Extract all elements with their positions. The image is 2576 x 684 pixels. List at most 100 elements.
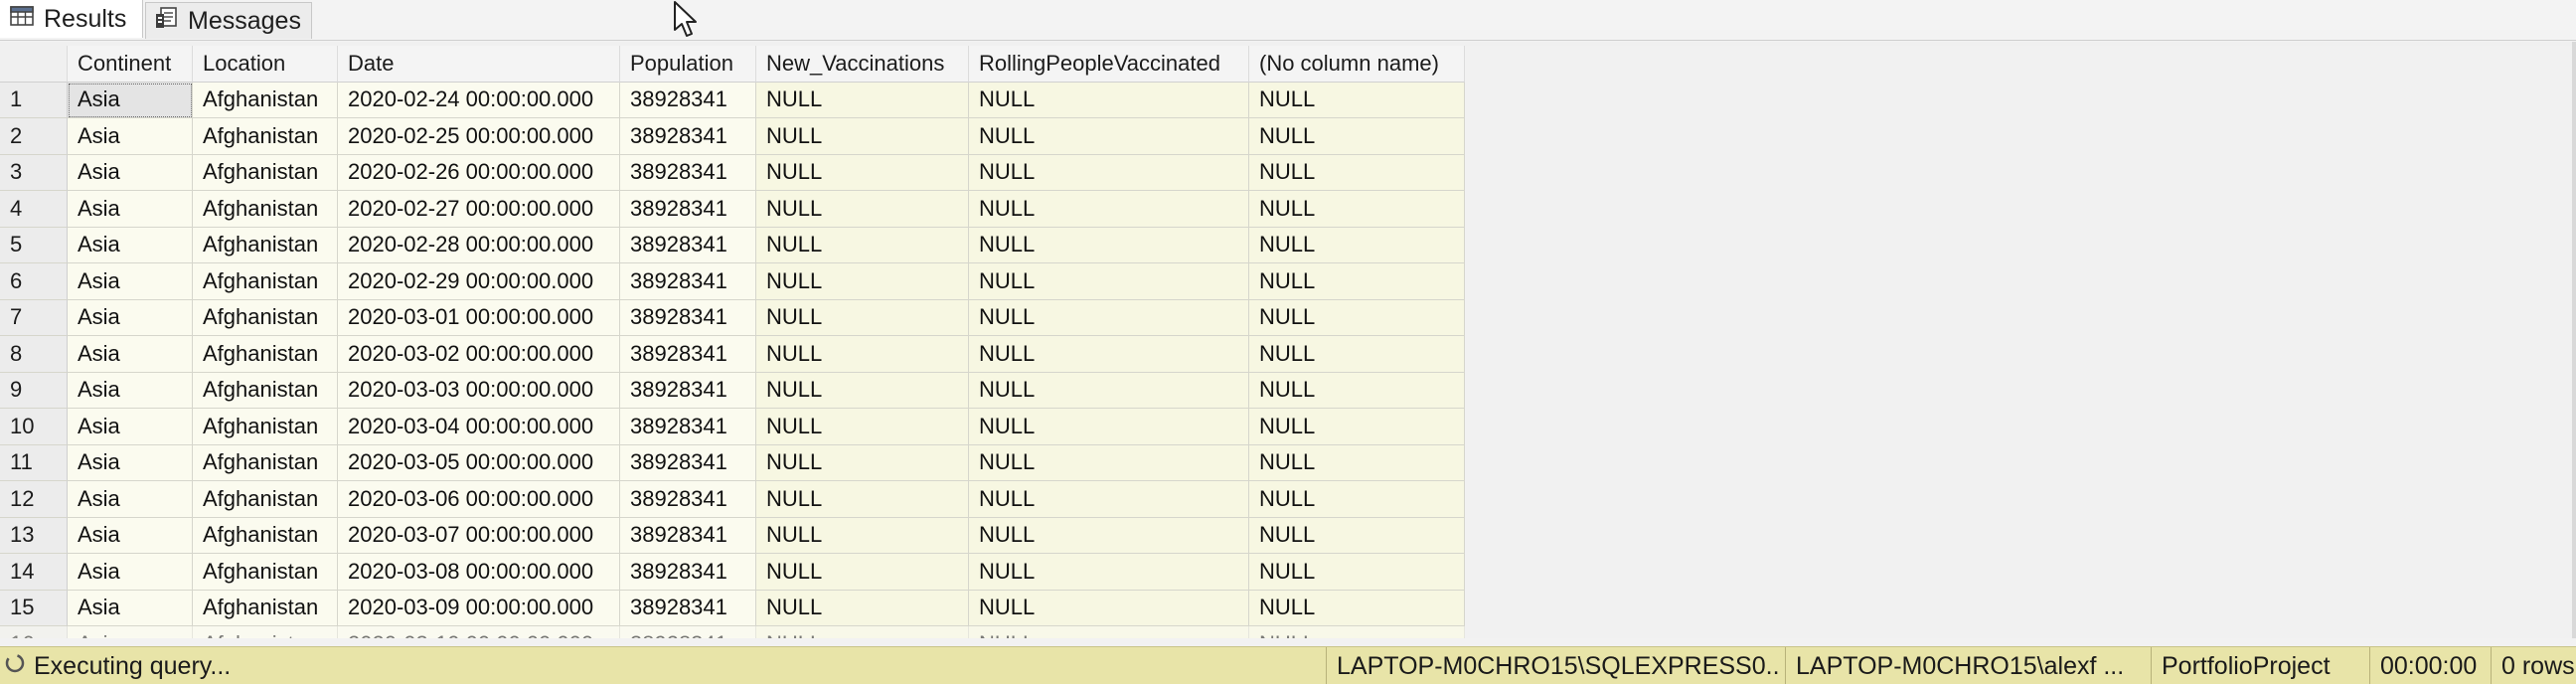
location-cell[interactable]: Afghanistan bbox=[193, 263, 338, 300]
location-cell[interactable]: Afghanistan bbox=[193, 626, 338, 638]
population-cell[interactable]: 38928341 bbox=[620, 590, 756, 626]
table-row[interactable]: 5 Asia Afghanistan 2020-02-28 00:00:00.000 3… bbox=[0, 227, 1465, 263]
table-row[interactable]: 10 Asia Afghanistan 2020-03-04 00:00:00.000… bbox=[0, 409, 1465, 445]
location-cell[interactable]: Afghanistan bbox=[193, 191, 338, 228]
new-vaccinations-cell[interactable]: NULL bbox=[756, 154, 969, 191]
date-cell[interactable]: 2020-03-04 00:00:00.000 bbox=[338, 409, 620, 445]
grid-corner-cell[interactable] bbox=[0, 46, 68, 83]
location-cell[interactable]: Afghanistan bbox=[193, 554, 338, 591]
location-cell[interactable]: Afghanistan bbox=[193, 409, 338, 445]
row-number-cell[interactable]: 14 bbox=[0, 554, 68, 591]
no-column-name-cell[interactable]: NULL bbox=[1249, 336, 1465, 373]
new-vaccinations-cell[interactable]: NULL bbox=[756, 336, 969, 373]
location-cell[interactable]: Afghanistan bbox=[193, 336, 338, 373]
population-cell[interactable]: 38928341 bbox=[620, 191, 756, 228]
no-column-name-cell[interactable]: NULL bbox=[1249, 299, 1465, 336]
new-vaccinations-cell[interactable]: NULL bbox=[756, 590, 969, 626]
population-cell[interactable]: 38928341 bbox=[620, 409, 756, 445]
column-header-rolling-people-vaccinated[interactable]: RollingPeopleVaccinated bbox=[969, 46, 1249, 83]
rolling-people-vaccinated-cell[interactable]: NULL bbox=[969, 554, 1249, 591]
no-column-name-cell[interactable]: NULL bbox=[1249, 481, 1465, 518]
location-cell[interactable]: Afghanistan bbox=[193, 444, 338, 481]
no-column-name-cell[interactable]: NULL bbox=[1249, 263, 1465, 300]
date-cell[interactable]: 2020-03-10 00:00:00.000 bbox=[338, 626, 620, 638]
population-cell[interactable]: 38928341 bbox=[620, 554, 756, 591]
new-vaccinations-cell[interactable]: NULL bbox=[756, 118, 969, 155]
row-number-cell[interactable]: 10 bbox=[0, 409, 68, 445]
tab-results[interactable]: Results bbox=[0, 0, 143, 38]
rolling-people-vaccinated-cell[interactable]: NULL bbox=[969, 590, 1249, 626]
population-cell[interactable]: 38928341 bbox=[620, 82, 756, 118]
tab-messages[interactable]: Messages bbox=[145, 2, 312, 39]
continent-cell[interactable]: Asia bbox=[68, 626, 193, 638]
table-row[interactable]: 14 Asia Afghanistan 2020-03-08 00:00:00.000… bbox=[0, 554, 1465, 591]
no-column-name-cell[interactable]: NULL bbox=[1249, 227, 1465, 263]
row-number-cell[interactable]: 11 bbox=[0, 444, 68, 481]
location-cell[interactable]: Afghanistan bbox=[193, 154, 338, 191]
date-cell[interactable]: 2020-02-25 00:00:00.000 bbox=[338, 118, 620, 155]
no-column-name-cell[interactable]: NULL bbox=[1249, 444, 1465, 481]
new-vaccinations-cell[interactable]: NULL bbox=[756, 263, 969, 300]
table-row[interactable]: 11 Asia Afghanistan 2020-03-05 00:00:00.000… bbox=[0, 444, 1465, 481]
population-cell[interactable]: 38928341 bbox=[620, 263, 756, 300]
table-row[interactable]: 7 Asia Afghanistan 2020-03-01 00:00:00.000 3… bbox=[0, 299, 1465, 336]
population-cell[interactable]: 38928341 bbox=[620, 118, 756, 155]
vertical-scrollbar[interactable] bbox=[2572, 42, 2576, 638]
no-column-name-cell[interactable]: NULL bbox=[1249, 517, 1465, 554]
population-cell[interactable]: 38928341 bbox=[620, 299, 756, 336]
no-column-name-cell[interactable]: NULL bbox=[1249, 409, 1465, 445]
rolling-people-vaccinated-cell[interactable]: NULL bbox=[969, 626, 1249, 638]
continent-cell[interactable]: Asia bbox=[68, 409, 193, 445]
new-vaccinations-cell[interactable]: NULL bbox=[756, 444, 969, 481]
row-number-cell[interactable]: 2 bbox=[0, 118, 68, 155]
date-cell[interactable]: 2020-03-03 00:00:00.000 bbox=[338, 372, 620, 409]
location-cell[interactable]: Afghanistan bbox=[193, 517, 338, 554]
rolling-people-vaccinated-cell[interactable]: NULL bbox=[969, 191, 1249, 228]
row-number-cell[interactable]: 7 bbox=[0, 299, 68, 336]
table-row[interactable]: 3 Asia Afghanistan 2020-02-26 00:00:00.000 3… bbox=[0, 154, 1465, 191]
continent-cell[interactable]: Asia bbox=[68, 517, 193, 554]
date-cell[interactable]: 2020-02-28 00:00:00.000 bbox=[338, 227, 620, 263]
continent-cell[interactable]: Asia bbox=[68, 481, 193, 518]
rolling-people-vaccinated-cell[interactable]: NULL bbox=[969, 82, 1249, 118]
continent-cell[interactable]: Asia bbox=[68, 154, 193, 191]
population-cell[interactable]: 38928341 bbox=[620, 444, 756, 481]
location-cell[interactable]: Afghanistan bbox=[193, 118, 338, 155]
population-cell[interactable]: 38928341 bbox=[620, 626, 756, 638]
row-number-cell[interactable]: 12 bbox=[0, 481, 68, 518]
row-number-cell[interactable]: 3 bbox=[0, 154, 68, 191]
column-header-location[interactable]: Location bbox=[193, 46, 338, 83]
row-number-cell[interactable]: 8 bbox=[0, 336, 68, 373]
location-cell[interactable]: Afghanistan bbox=[193, 590, 338, 626]
table-row[interactable]: 16AsiaAfghanistan2020-03-10 00:00:00.000… bbox=[0, 626, 1465, 638]
row-number-cell[interactable]: 16 bbox=[0, 626, 68, 638]
table-row[interactable]: 12 Asia Afghanistan 2020-03-06 00:00:00.000… bbox=[0, 481, 1465, 518]
continent-cell[interactable]: Asia bbox=[68, 82, 193, 118]
date-cell[interactable]: 2020-03-02 00:00:00.000 bbox=[338, 336, 620, 373]
date-cell[interactable]: 2020-03-01 00:00:00.000 bbox=[338, 299, 620, 336]
no-column-name-cell[interactable]: NULL bbox=[1249, 554, 1465, 591]
date-cell[interactable]: 2020-02-27 00:00:00.000 bbox=[338, 191, 620, 228]
row-number-cell[interactable]: 6 bbox=[0, 263, 68, 300]
population-cell[interactable]: 38928341 bbox=[620, 154, 756, 191]
new-vaccinations-cell[interactable]: NULL bbox=[756, 481, 969, 518]
date-cell[interactable]: 2020-02-24 00:00:00.000 bbox=[338, 82, 620, 118]
table-row[interactable]: 15 Asia Afghanistan 2020-03-09 00:00:00.000… bbox=[0, 590, 1465, 626]
no-column-name-cell[interactable]: NULL bbox=[1249, 118, 1465, 155]
column-header-date[interactable]: Date bbox=[338, 46, 620, 83]
date-cell[interactable]: 2020-02-29 00:00:00.000 bbox=[338, 263, 620, 300]
rolling-people-vaccinated-cell[interactable]: NULL bbox=[969, 263, 1249, 300]
new-vaccinations-cell[interactable]: NULL bbox=[756, 626, 969, 638]
new-vaccinations-cell[interactable]: NULL bbox=[756, 299, 969, 336]
table-row[interactable]: 1 Asia Afghanistan 2020-02-24 00:00:00.000 3… bbox=[0, 82, 1465, 118]
table-row[interactable]: 6 Asia Afghanistan 2020-02-29 00:00:00.000 3… bbox=[0, 263, 1465, 300]
row-number-cell[interactable]: 5 bbox=[0, 227, 68, 263]
rolling-people-vaccinated-cell[interactable]: NULL bbox=[969, 154, 1249, 191]
no-column-name-cell[interactable]: NULL bbox=[1249, 191, 1465, 228]
no-column-name-cell[interactable]: NULL bbox=[1249, 590, 1465, 626]
rolling-people-vaccinated-cell[interactable]: NULL bbox=[969, 409, 1249, 445]
location-cell[interactable]: Afghanistan bbox=[193, 372, 338, 409]
location-cell[interactable]: Afghanistan bbox=[193, 481, 338, 518]
row-number-cell[interactable]: 9 bbox=[0, 372, 68, 409]
date-cell[interactable]: 2020-03-07 00:00:00.000 bbox=[338, 517, 620, 554]
